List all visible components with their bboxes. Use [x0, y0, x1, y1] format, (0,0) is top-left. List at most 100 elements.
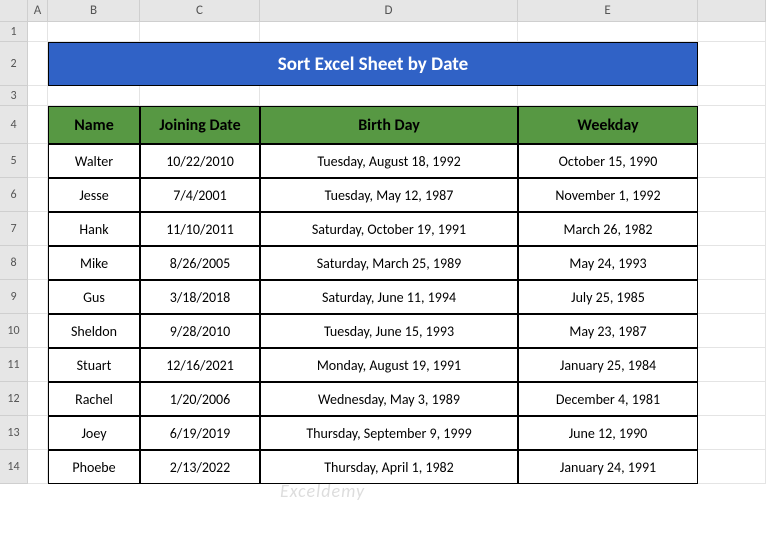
table-header-name[interactable]: Name	[48, 106, 140, 144]
cell-A2[interactable]	[28, 42, 48, 86]
row-header-4[interactable]: 4	[0, 106, 28, 144]
cell-birth[interactable]: Monday, August 19, 1991	[260, 348, 518, 382]
cell-B3[interactable]	[48, 86, 140, 106]
cell-C1[interactable]	[140, 22, 260, 42]
cell-E3[interactable]	[518, 86, 698, 106]
cell-F9[interactable]	[698, 280, 766, 314]
cell-A10[interactable]	[28, 314, 48, 348]
cell-A1[interactable]	[28, 22, 48, 42]
col-header-C[interactable]: C	[140, 0, 260, 22]
cell-F2[interactable]	[698, 42, 766, 86]
table-header-birth[interactable]: Birth Day	[260, 106, 518, 144]
row-header-8[interactable]: 8	[0, 246, 28, 280]
cell-name[interactable]: Gus	[48, 280, 140, 314]
cell-A4[interactable]	[28, 106, 48, 144]
cell-birth[interactable]: Thursday, September 9, 1999	[260, 416, 518, 450]
cell-name[interactable]: Stuart	[48, 348, 140, 382]
cell-joining[interactable]: 2/13/2022	[140, 450, 260, 484]
cell-joining[interactable]: 12/16/2021	[140, 348, 260, 382]
row-header-7[interactable]: 7	[0, 212, 28, 246]
cell-A11[interactable]	[28, 348, 48, 382]
cell-joining[interactable]: 8/26/2005	[140, 246, 260, 280]
cell-birth[interactable]: Tuesday, August 18, 1992	[260, 144, 518, 178]
cell-C3[interactable]	[140, 86, 260, 106]
cell-joining[interactable]: 7/4/2001	[140, 178, 260, 212]
cell-weekday[interactable]: March 26, 1982	[518, 212, 698, 246]
cell-F8[interactable]	[698, 246, 766, 280]
cell-A12[interactable]	[28, 382, 48, 416]
cell-B1[interactable]	[48, 22, 140, 42]
cell-F4[interactable]	[698, 106, 766, 144]
cell-birth[interactable]: Wednesday, May 3, 1989	[260, 382, 518, 416]
cell-name[interactable]: Sheldon	[48, 314, 140, 348]
cell-joining[interactable]: 9/28/2010	[140, 314, 260, 348]
row-header-11[interactable]: 11	[0, 348, 28, 382]
cell-joining[interactable]: 6/19/2019	[140, 416, 260, 450]
cell-A8[interactable]	[28, 246, 48, 280]
cell-F1[interactable]	[698, 22, 766, 42]
cell-name[interactable]: Joey	[48, 416, 140, 450]
row-header-3[interactable]: 3	[0, 86, 28, 106]
row-header-14[interactable]: 14	[0, 450, 28, 484]
cell-F5[interactable]	[698, 144, 766, 178]
cell-birth[interactable]: Thursday, April 1, 1982	[260, 450, 518, 484]
row-header-13[interactable]: 13	[0, 416, 28, 450]
cell-F10[interactable]	[698, 314, 766, 348]
cell-name[interactable]: Rachel	[48, 382, 140, 416]
cell-birth[interactable]: Saturday, March 25, 1989	[260, 246, 518, 280]
col-header-E[interactable]: E	[518, 0, 698, 22]
row-header-10[interactable]: 10	[0, 314, 28, 348]
row-header-2[interactable]: 2	[0, 42, 28, 86]
col-header-A[interactable]: A	[28, 0, 48, 22]
cell-D3[interactable]	[260, 86, 518, 106]
cell-weekday[interactable]: December 4, 1981	[518, 382, 698, 416]
cell-A5[interactable]	[28, 144, 48, 178]
cell-birth[interactable]: Tuesday, June 15, 1993	[260, 314, 518, 348]
cell-name[interactable]: Phoebe	[48, 450, 140, 484]
cell-weekday[interactable]: June 12, 1990	[518, 416, 698, 450]
table-header-weekday[interactable]: Weekday	[518, 106, 698, 144]
table-header-joining[interactable]: Joining Date	[140, 106, 260, 144]
cell-joining[interactable]: 3/18/2018	[140, 280, 260, 314]
cell-weekday[interactable]: October 15, 1990	[518, 144, 698, 178]
row-header-1[interactable]: 1	[0, 22, 28, 42]
cell-F7[interactable]	[698, 212, 766, 246]
cell-weekday[interactable]: January 24, 1991	[518, 450, 698, 484]
cell-D1[interactable]	[260, 22, 518, 42]
cell-A9[interactable]	[28, 280, 48, 314]
col-header-B[interactable]: B	[48, 0, 140, 22]
title-banner[interactable]: Sort Excel Sheet by Date	[48, 42, 698, 86]
cell-joining[interactable]: 1/20/2006	[140, 382, 260, 416]
col-header-D[interactable]: D	[260, 0, 518, 22]
cell-A14[interactable]	[28, 450, 48, 484]
cell-name[interactable]: Walter	[48, 144, 140, 178]
cell-F11[interactable]	[698, 348, 766, 382]
row-header-6[interactable]: 6	[0, 178, 28, 212]
cell-name[interactable]: Jesse	[48, 178, 140, 212]
cell-A7[interactable]	[28, 212, 48, 246]
cell-joining[interactable]: 10/22/2010	[140, 144, 260, 178]
cell-F6[interactable]	[698, 178, 766, 212]
row-header-12[interactable]: 12	[0, 382, 28, 416]
cell-A3[interactable]	[28, 86, 48, 106]
select-all-corner[interactable]	[0, 0, 28, 22]
cell-birth[interactable]: Tuesday, May 12, 1987	[260, 178, 518, 212]
row-header-9[interactable]: 9	[0, 280, 28, 314]
cell-weekday[interactable]: November 1, 1992	[518, 178, 698, 212]
cell-A13[interactable]	[28, 416, 48, 450]
cell-E1[interactable]	[518, 22, 698, 42]
cell-joining[interactable]: 11/10/2011	[140, 212, 260, 246]
cell-weekday[interactable]: May 24, 1993	[518, 246, 698, 280]
cell-F13[interactable]	[698, 416, 766, 450]
cell-birth[interactable]: Saturday, June 11, 1994	[260, 280, 518, 314]
cell-name[interactable]: Mike	[48, 246, 140, 280]
row-header-5[interactable]: 5	[0, 144, 28, 178]
cell-weekday[interactable]: May 23, 1987	[518, 314, 698, 348]
cell-A6[interactable]	[28, 178, 48, 212]
cell-name[interactable]: Hank	[48, 212, 140, 246]
cell-weekday[interactable]: July 25, 1985	[518, 280, 698, 314]
cell-birth[interactable]: Saturday, October 19, 1991	[260, 212, 518, 246]
cell-F3[interactable]	[698, 86, 766, 106]
cell-F14[interactable]	[698, 450, 766, 484]
cell-weekday[interactable]: January 25, 1984	[518, 348, 698, 382]
